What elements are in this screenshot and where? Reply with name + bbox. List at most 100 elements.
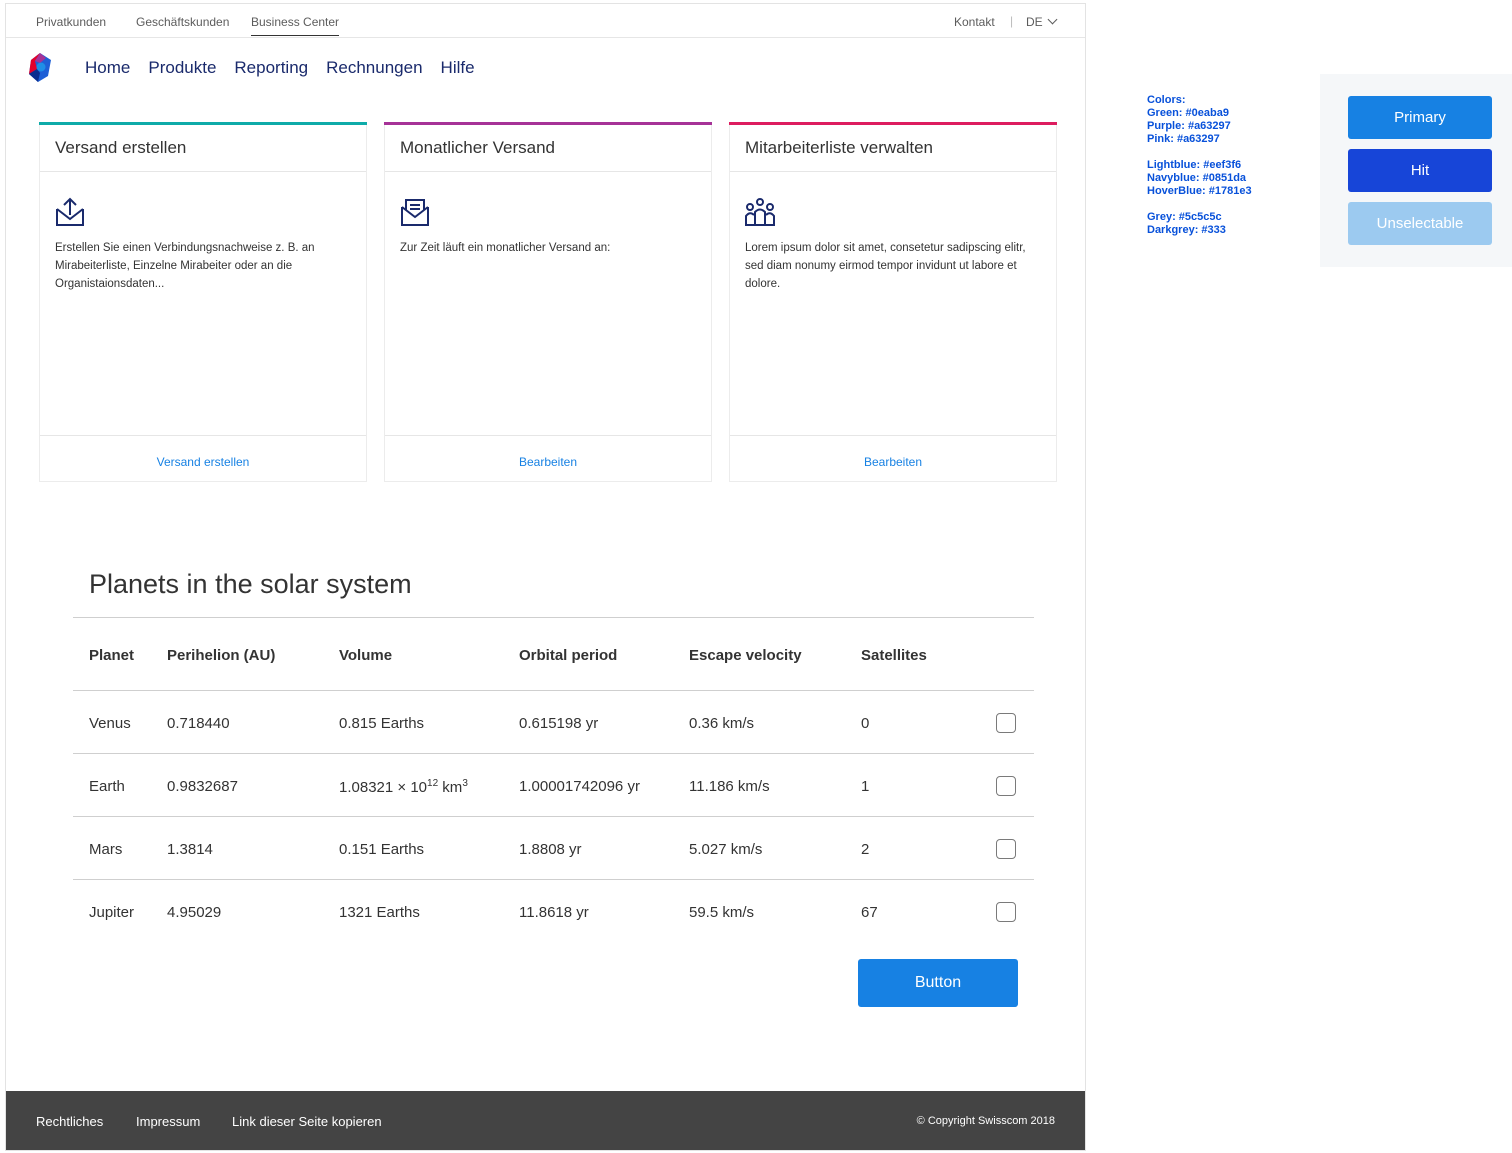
nav-reporting[interactable]: Reporting (234, 58, 308, 78)
send-upload-icon (56, 197, 84, 226)
cell-volume: 1.08321 × 1012 km3 (339, 778, 468, 796)
cell-escape-velocity: 0.36 km/s (689, 715, 755, 732)
swisscom-logo[interactable] (26, 52, 54, 84)
cell-satellites: 1 (861, 778, 870, 795)
cell-volume: 0.151 Earths (339, 841, 425, 858)
cell-escape-velocity: 59.5 km/s (689, 904, 755, 921)
cell-planet: Jupiter (89, 904, 135, 921)
legend-line: Colors: (1147, 94, 1186, 106)
divider (385, 171, 711, 172)
legend-line: Purple: #a63297 (1147, 120, 1231, 132)
language-label: DE (1026, 15, 1043, 29)
meta-bar: Privatkunden Geschäftskunden Business Ce… (6, 4, 1085, 38)
cell-orbital-period: 1.8808 yr (519, 841, 582, 858)
people-icon (745, 198, 775, 226)
language-selector[interactable]: DE (1026, 14, 1058, 29)
card-mitarbeiterliste: Mitarbeiterliste verwalten Lorem ipsum d… (729, 122, 1057, 482)
cell-planet: Mars (89, 841, 123, 858)
header-satellites: Satellites (861, 647, 927, 664)
copyright: © Copyright Swisscom 2018 (916, 1115, 1055, 1127)
volume-base: 1.08321 × 10 (339, 779, 428, 796)
cell-satellites: 2 (861, 841, 870, 858)
divider (40, 435, 366, 436)
row-checkbox[interactable] (996, 776, 1016, 796)
segment-business-center[interactable]: Business Center (251, 15, 340, 36)
footer-link-rechtliches[interactable]: Rechtliches (36, 1114, 103, 1129)
legend-gap (1147, 198, 1252, 211)
divider (73, 753, 1034, 754)
card-monatlicher-versand: Monatlicher Versand Zur Zeit läuft ein m… (384, 122, 712, 482)
divider (73, 816, 1034, 817)
divider (730, 435, 1056, 436)
table-action-button[interactable]: Button (858, 959, 1018, 1007)
segment-geschaeftskunden[interactable]: Geschäftskunden (136, 15, 229, 29)
divider (73, 690, 1034, 691)
legend-line: Lightblue: #eef3f6 (1147, 159, 1242, 171)
divider (73, 879, 1034, 880)
footer: Rechtliches Impressum Link dieser Seite … (6, 1091, 1085, 1150)
unselectable-button: Unselectable (1348, 202, 1492, 245)
row-checkbox[interactable] (996, 839, 1016, 859)
cell-escape-velocity: 11.186 km/s (689, 778, 770, 795)
card-title: Versand erstellen (55, 138, 187, 157)
legend-line: Green: #0eaba9 (1147, 107, 1229, 119)
separator: | (1010, 14, 1014, 28)
card-text: Erstellen Sie einen Verbindungsnachweise… (55, 242, 315, 290)
cell-satellites: 0 (861, 715, 870, 732)
volume-unit-exponent: 3 (462, 778, 468, 789)
header-perihelion: Perihelion (AU) (167, 647, 276, 664)
nav-hilfe[interactable]: Hilfe (441, 58, 475, 78)
header-planet: Planet (89, 647, 135, 664)
nav-produkte[interactable]: Produkte (148, 58, 216, 78)
contact-link[interactable]: Kontakt (954, 15, 995, 29)
card-accent-bar (384, 122, 712, 125)
chevron-down-icon (1047, 14, 1058, 25)
mail-icon (401, 199, 429, 226)
divider (40, 171, 366, 172)
cell-planet: Venus (89, 715, 131, 732)
bearbeiten-link[interactable]: Bearbeiten (385, 455, 711, 469)
cell-volume: 0.815 Earths (339, 715, 425, 732)
legend-gap (1147, 146, 1252, 159)
volume-exponent: 12 (427, 778, 439, 789)
main-page: Privatkunden Geschäftskunden Business Ce… (5, 3, 1086, 1151)
hit-button[interactable]: Hit (1348, 149, 1492, 192)
card-text: Zur Zeit läuft ein monatlicher Versand a… (400, 242, 611, 254)
main-nav: Home Produkte Reporting Rechnungen Hilfe (85, 58, 493, 78)
row-checkbox[interactable] (996, 713, 1016, 733)
divider (385, 435, 711, 436)
legend-line: Pink: #a63297 (1147, 133, 1220, 145)
header-escape-velocity: Escape velocity (689, 647, 802, 664)
primary-button[interactable]: Primary (1348, 96, 1492, 139)
cell-satellites: 67 (861, 904, 878, 921)
bearbeiten-link[interactable]: Bearbeiten (730, 455, 1056, 469)
footer-link-impressum[interactable]: Impressum (136, 1114, 200, 1129)
nav-rechnungen[interactable]: Rechnungen (326, 58, 422, 78)
versand-erstellen-link[interactable]: Versand erstellen (40, 455, 366, 469)
cell-perihelion: 1.3814 (167, 841, 213, 858)
cell-perihelion: 4.95029 (167, 904, 222, 921)
divider (730, 171, 1056, 172)
card-accent-bar (729, 122, 1057, 125)
card-text: Lorem ipsum dolor sit amet, consetetur s… (745, 242, 1026, 290)
header-orbital-period: Orbital period (519, 647, 618, 664)
cell-orbital-period: 1.00001742096 yr (519, 778, 640, 795)
card-versand-erstellen: Versand erstellen Erstellen Sie einen Ve… (39, 122, 367, 482)
cell-orbital-period: 11.8618 yr (519, 904, 589, 921)
row-checkbox[interactable] (996, 902, 1016, 922)
cell-perihelion: 0.9832687 (167, 778, 238, 795)
cell-orbital-period: 0.615198 yr (519, 715, 599, 732)
nav-home[interactable]: Home (85, 58, 130, 78)
cell-volume: 1321 Earths (339, 904, 420, 921)
cell-planet: Earth (89, 778, 125, 795)
button-swatch-panel: Primary Hit Unselectable (1320, 74, 1512, 267)
card-title: Mitarbeiterliste verwalten (745, 138, 934, 157)
segment-privatkunden[interactable]: Privatkunden (36, 15, 106, 29)
color-legend: Colors: Green: #0eaba9 Purple: #a63297 P… (1147, 94, 1252, 237)
cell-escape-velocity: 5.027 km/s (689, 841, 763, 858)
legend-line: Grey: #5c5c5c (1147, 211, 1222, 223)
legend-line: HoverBlue: #1781e3 (1147, 185, 1252, 197)
legend-line: Navyblue: #0851da (1147, 172, 1247, 184)
header-volume: Volume (339, 647, 393, 664)
footer-link-copy-page[interactable]: Link dieser Seite kopieren (232, 1114, 382, 1129)
